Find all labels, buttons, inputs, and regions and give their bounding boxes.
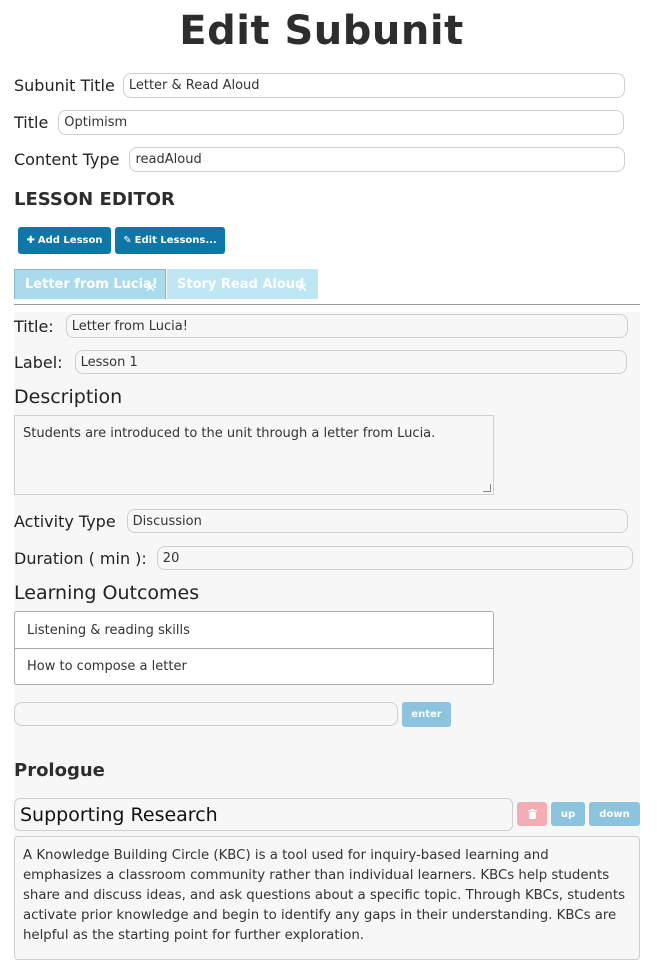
description-text: Students are introduced to the unit thro… xyxy=(23,426,436,441)
lesson-title-row: Title: Letter from Lucia! xyxy=(14,314,628,338)
prologue-heading: Prologue xyxy=(14,760,105,781)
duration-label: Duration ( min ): xyxy=(14,548,147,568)
title-input[interactable]: Optimism xyxy=(58,110,625,135)
content-type-label: Content Type xyxy=(14,150,120,169)
research-textarea[interactable]: A Knowledge Building Circle (KBC) is a t… xyxy=(14,836,640,960)
subunit-title-label: Subunit Title xyxy=(14,76,115,95)
activity-type-label: Activity Type xyxy=(14,511,116,531)
resize-handle[interactable] xyxy=(483,484,491,492)
tab-letter-from-lucia[interactable]: Letter from Lucia! ✕ xyxy=(14,269,166,299)
list-item[interactable]: Listening & reading skills xyxy=(15,612,493,648)
close-icon[interactable]: ✕ xyxy=(297,281,308,296)
duration-input[interactable]: 20 xyxy=(156,546,633,570)
activity-type-row: Activity Type Discussion xyxy=(14,509,628,533)
edit-icon: ✎ xyxy=(123,235,132,246)
duration-row: Duration ( min ): 20 xyxy=(14,546,633,570)
up-button[interactable]: up xyxy=(551,802,585,826)
research-text: A Knowledge Building Circle (KBC) is a t… xyxy=(23,848,625,943)
list-item[interactable]: How to compose a letter xyxy=(15,648,493,684)
edit-lessons-button[interactable]: ✎ Edit Lessons... xyxy=(115,227,225,254)
plus-icon: ✚ xyxy=(26,235,35,246)
lesson-title-label: Title: xyxy=(14,316,54,336)
tabs-divider xyxy=(14,304,640,305)
lesson-editor-heading: LESSON EDITOR xyxy=(14,189,175,210)
add-lesson-label: Add Lesson xyxy=(37,235,103,246)
title-label: Title xyxy=(14,113,49,132)
lesson-label-label: Label: xyxy=(14,352,63,372)
research-title-input[interactable]: Supporting Research xyxy=(14,798,513,831)
tab-story-read-aloud[interactable]: Story Read Aloud ✕ xyxy=(167,269,318,299)
subunit-title-input[interactable]: Letter & Read Aloud xyxy=(122,73,625,98)
subunit-title-row: Subunit Title Letter & Read Aloud xyxy=(14,73,625,98)
tab-label: Story Read Aloud xyxy=(177,276,305,292)
description-textarea[interactable]: Students are introduced to the unit thro… xyxy=(14,415,494,495)
learning-outcomes-heading: Learning Outcomes xyxy=(14,582,200,604)
delete-button[interactable] xyxy=(517,802,547,826)
description-heading: Description xyxy=(14,386,123,408)
trash-icon xyxy=(527,809,537,819)
lesson-label-input[interactable]: Lesson 1 xyxy=(74,350,627,374)
edit-lessons-label: Edit Lessons... xyxy=(134,235,217,246)
new-outcome-input[interactable] xyxy=(14,702,398,726)
enter-button[interactable]: enter xyxy=(402,702,451,727)
content-type-row: Content Type readAloud xyxy=(14,147,626,172)
lesson-label-row: Label: Lesson 1 xyxy=(14,350,627,374)
down-button[interactable]: down xyxy=(589,802,640,826)
page-title: Edit Subunit xyxy=(179,8,464,54)
content-type-input[interactable]: readAloud xyxy=(129,147,626,172)
learning-outcomes-list: Listening & reading skills How to compos… xyxy=(14,611,494,685)
title-row: Title Optimism xyxy=(14,110,625,135)
add-lesson-button[interactable]: ✚ Add Lesson xyxy=(18,227,111,254)
activity-type-input[interactable]: Discussion xyxy=(126,509,628,533)
lesson-title-input[interactable]: Letter from Lucia! xyxy=(65,314,628,338)
close-icon[interactable]: ✕ xyxy=(145,281,156,296)
tab-label: Letter from Lucia! xyxy=(25,277,158,292)
